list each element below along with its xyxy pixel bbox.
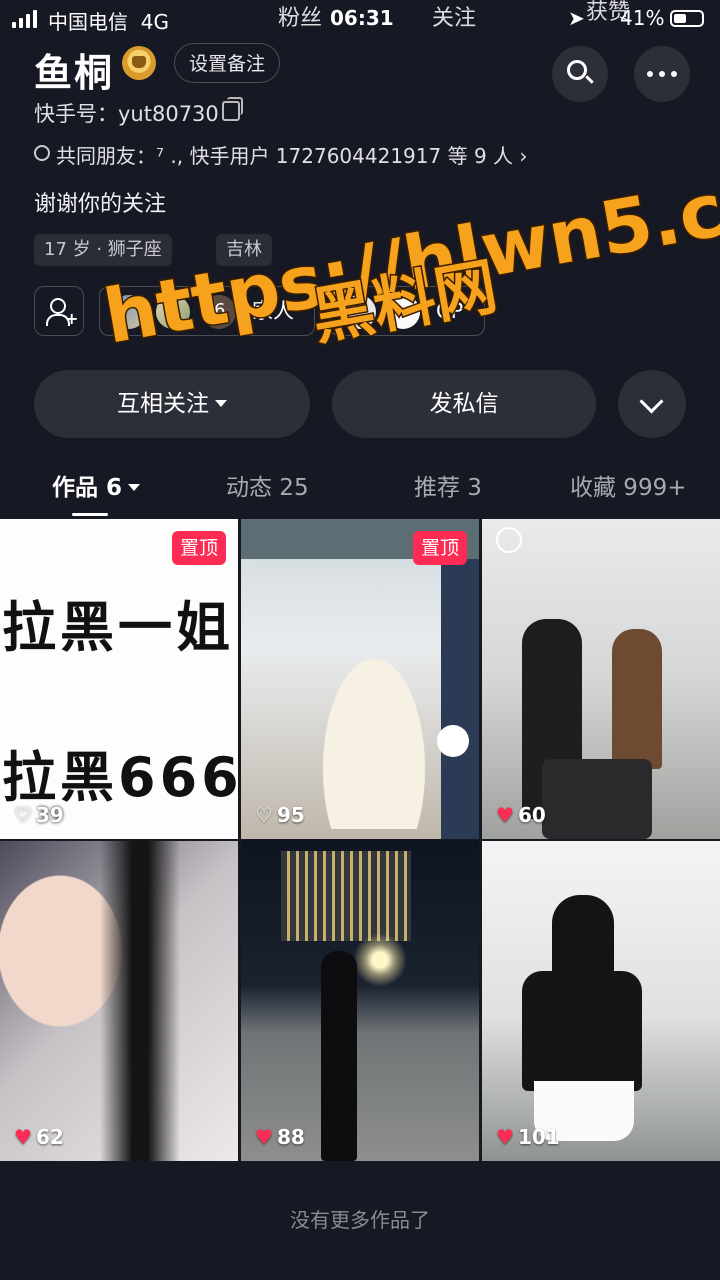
like-count: ♡ 95 bbox=[255, 803, 305, 827]
mutual-follow-button[interactable]: 互相关注 bbox=[34, 370, 310, 438]
bio-text: 谢谢你的关注 bbox=[34, 192, 167, 217]
heart-icon: ♥ bbox=[255, 1125, 273, 1149]
like-count: ♥ 101 bbox=[496, 1125, 560, 1149]
heart-icon: ♥ bbox=[14, 1125, 32, 1149]
verified-badge-icon bbox=[122, 46, 156, 80]
carrier-label: 中国电信 4G bbox=[48, 10, 169, 34]
age-tag: 17 岁 · 狮子座 bbox=[34, 234, 172, 266]
no-more-works-text: 没有更多作品了 bbox=[290, 1208, 430, 1232]
tab-works[interactable]: 作品 6 bbox=[52, 468, 141, 502]
like-count: ♡ 39 bbox=[14, 803, 64, 827]
video-thumbnail-3[interactable]: ♥ 60 bbox=[482, 519, 720, 839]
profile-name: 鱼桐 bbox=[34, 51, 115, 95]
like-count: ♥ 62 bbox=[14, 1125, 64, 1149]
pinned-badge: 置顶 bbox=[412, 531, 467, 565]
clock: 06:31 bbox=[330, 6, 394, 30]
video-thumbnail-5[interactable]: ♥ 88 bbox=[241, 841, 479, 1161]
mutual-friends-row[interactable]: 共同朋友：⁷ ., 快手用户 1727604421917 等 9 人 › bbox=[34, 140, 527, 169]
fans-label: 粉丝 bbox=[278, 6, 323, 31]
send-message-button[interactable]: 发私信 bbox=[332, 370, 596, 438]
pinned-badge: 置顶 bbox=[171, 531, 226, 565]
chevron-down-icon bbox=[639, 389, 664, 414]
expand-button[interactable] bbox=[618, 370, 686, 438]
heart-icon: ♥ bbox=[496, 803, 514, 827]
caret-down-icon bbox=[128, 484, 141, 491]
video-thumbnail-1[interactable]: 拉黑一姐 拉黑666 置顶 ♡ 39 bbox=[0, 519, 238, 839]
copy-icon[interactable] bbox=[222, 97, 243, 121]
like-count: ♥ 88 bbox=[255, 1125, 305, 1149]
caret-down-icon bbox=[215, 400, 227, 407]
follow-label: 关注 bbox=[432, 6, 477, 31]
video-thumbnail-2[interactable]: 置顶 ♡ 95 bbox=[241, 519, 479, 839]
video-thumbnail-4[interactable]: ♥ 62 bbox=[0, 841, 238, 1161]
tab-moments[interactable]: 动态 25 bbox=[226, 468, 309, 502]
live-icon bbox=[496, 527, 522, 553]
signal-icon bbox=[12, 10, 37, 28]
heart-icon: ♡ bbox=[14, 803, 32, 827]
person-icon bbox=[34, 145, 50, 161]
kuaishou-id: 快手号：yut80730 bbox=[34, 102, 219, 126]
video-thumbnail-6[interactable]: ♥ 101 bbox=[482, 841, 720, 1161]
battery-icon bbox=[670, 10, 704, 27]
active-tab-indicator bbox=[72, 513, 108, 516]
tab-recommend[interactable]: 推荐 3 bbox=[414, 468, 482, 502]
location-icon: ➤ bbox=[568, 6, 585, 30]
set-remark-button[interactable]: 设置备注 bbox=[174, 43, 281, 83]
thumbnail-text: 拉黑一姐 bbox=[2, 596, 234, 659]
heart-icon: ♥ bbox=[496, 1125, 514, 1149]
search-button[interactable] bbox=[552, 46, 608, 102]
thumbnail-text: 拉黑666 bbox=[2, 746, 238, 809]
add-friend-button[interactable]: + bbox=[34, 286, 84, 336]
heart-icon: ♡ bbox=[255, 803, 273, 827]
tab-favorites[interactable]: 收藏 999+ bbox=[570, 468, 686, 502]
like-count: ♥ 60 bbox=[496, 803, 546, 827]
battery-percent: 41% bbox=[620, 6, 665, 30]
more-button[interactable] bbox=[634, 46, 690, 102]
status-bar: 中国电信 4G 粉丝 06:31 关注 获赞 ➤ 41% bbox=[0, 0, 720, 36]
